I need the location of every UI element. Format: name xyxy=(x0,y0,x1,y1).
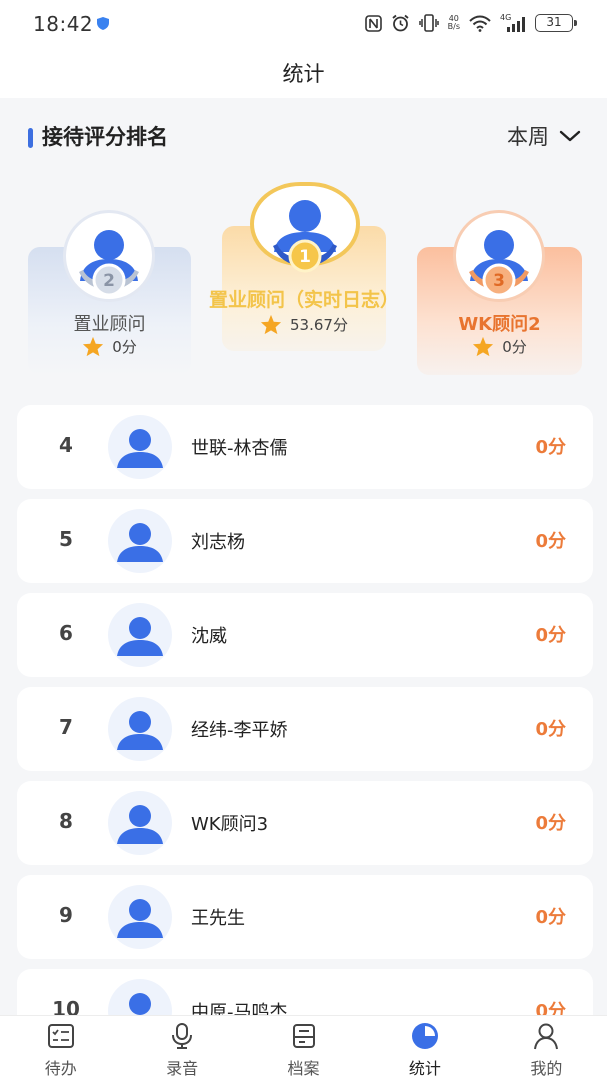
ranking-row[interactable]: 4 世联-林杏儒 0分 xyxy=(17,405,593,489)
tab-label: 我的 xyxy=(530,1059,563,1078)
rank-score: 0分 xyxy=(535,625,566,646)
rank-score: 0分 xyxy=(535,437,566,458)
podium-score-third: 0分 xyxy=(417,336,582,357)
medal-first-icon: 1 xyxy=(273,239,337,273)
todo-icon xyxy=(47,1022,75,1050)
podium-score-second: 0分 xyxy=(28,336,191,357)
ranking-row[interactable]: 5 刘志杨 0分 xyxy=(17,499,593,583)
rank-score: 0分 xyxy=(535,719,566,740)
section-accent-bar xyxy=(28,128,33,148)
consultant-name: 刘志杨 xyxy=(191,532,245,553)
medal-third-icon: 3 xyxy=(469,263,529,297)
rank-number: 9 xyxy=(59,903,73,927)
star-icon xyxy=(473,336,494,357)
battery-icon: 31 xyxy=(535,14,577,32)
avatar xyxy=(108,697,172,761)
rank-score: 0分 xyxy=(535,531,566,552)
podium-score-value: 0分 xyxy=(502,338,527,356)
page-title: 统计 xyxy=(282,62,325,86)
svg-text:2: 2 xyxy=(103,271,115,291)
podium-score-first: 53.67分 xyxy=(222,314,386,335)
podium-score-value: 53.67分 xyxy=(290,316,348,334)
rank-score: 0分 xyxy=(535,813,566,834)
rank-number: 6 xyxy=(59,621,73,645)
profile-icon xyxy=(532,1022,560,1050)
bottom-tab-bar: 待办 录音 档案 统计 我的 xyxy=(0,1015,607,1080)
ranking-row[interactable]: 8 WK顾问3 0分 xyxy=(17,781,593,865)
status-bar: 18:42 40 B/s 4G 31 xyxy=(0,0,607,46)
section-title: 接待评分排名 xyxy=(42,125,168,149)
avatar xyxy=(108,603,172,667)
ranking-row[interactable]: 6 沈威 0分 xyxy=(17,593,593,677)
tab-statistics[interactable]: 统计 xyxy=(364,1016,485,1080)
nfc-icon xyxy=(364,14,382,32)
tab-mine[interactable]: 我的 xyxy=(486,1016,607,1080)
status-icons: 40 B/s 4G 31 xyxy=(364,13,577,33)
podium-name-second: 置业顾问 xyxy=(73,314,146,335)
pie-chart-icon xyxy=(411,1022,439,1050)
tab-todo[interactable]: 待办 xyxy=(0,1016,121,1080)
podium-score-value: 0分 xyxy=(112,338,137,356)
consultant-name: 世联-林杏儒 xyxy=(191,438,288,459)
avatar xyxy=(108,415,172,479)
status-time: 18:42 xyxy=(33,12,94,36)
shield-icon xyxy=(97,17,109,30)
tab-recording[interactable]: 录音 xyxy=(121,1016,242,1080)
chevron-down-icon xyxy=(559,130,581,142)
consultant-name: 王先生 xyxy=(191,908,245,929)
title-bar: 统计 xyxy=(0,46,607,98)
consultant-name: WK顾问3 xyxy=(191,814,269,835)
vibrate-icon xyxy=(418,14,439,32)
ranking-row[interactable]: 9 王先生 0分 xyxy=(17,875,593,959)
microphone-icon xyxy=(168,1022,196,1050)
net-speed: 40 B/s xyxy=(447,14,460,31)
star-icon xyxy=(83,336,104,357)
star-icon xyxy=(260,314,282,335)
alarm-icon xyxy=(392,14,409,32)
tab-label: 统计 xyxy=(408,1059,441,1078)
svg-text:3: 3 xyxy=(493,271,505,291)
rank-number: 8 xyxy=(59,809,73,833)
podium-name-first: 置业顾问（实时日志） xyxy=(208,289,399,311)
tab-label: 录音 xyxy=(166,1059,199,1078)
tab-label: 档案 xyxy=(287,1059,320,1078)
consultant-name: 沈威 xyxy=(191,626,227,647)
signal-icon: 4G xyxy=(500,14,526,32)
avatar xyxy=(108,885,172,949)
rank-score: 0分 xyxy=(535,907,566,928)
avatar xyxy=(108,791,172,855)
period-label: 本周 xyxy=(507,125,549,149)
ranking-row[interactable]: 7 经纬-李平娇 0分 xyxy=(17,687,593,771)
tab-archive[interactable]: 档案 xyxy=(243,1016,364,1080)
rank-number: 4 xyxy=(59,433,73,457)
tab-label: 待办 xyxy=(44,1059,77,1078)
consultant-name: 经纬-李平娇 xyxy=(191,720,288,741)
rank-number: 5 xyxy=(59,527,73,551)
rank-number: 7 xyxy=(59,715,73,739)
wifi-icon xyxy=(469,15,491,32)
medal-second-icon: 2 xyxy=(79,263,139,297)
archive-icon xyxy=(290,1022,318,1050)
avatar xyxy=(108,509,172,573)
podium-name-third: WK顾问2 xyxy=(458,314,541,335)
svg-text:1: 1 xyxy=(299,247,311,267)
period-dropdown[interactable]: 本周 xyxy=(507,121,581,151)
